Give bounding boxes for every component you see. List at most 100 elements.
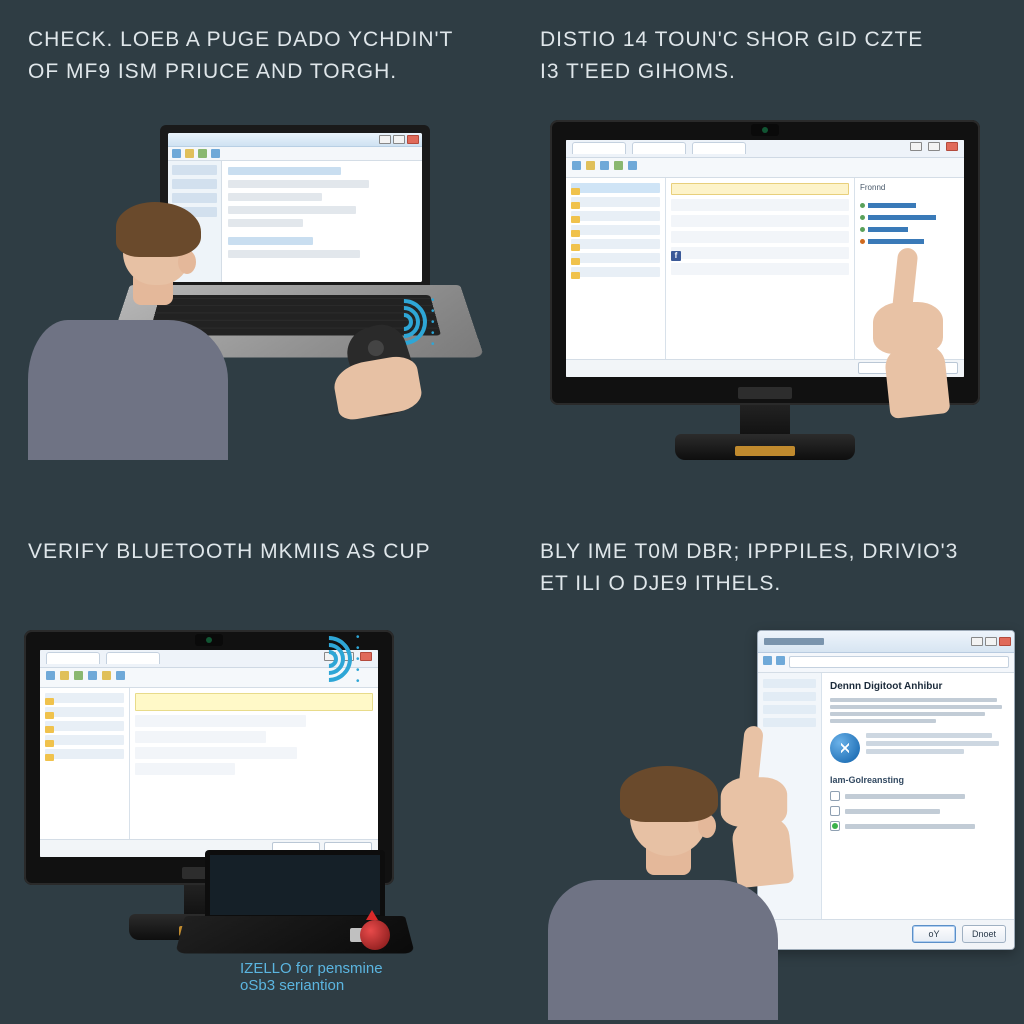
list-item[interactable] bbox=[671, 215, 849, 227]
window-toolbar bbox=[168, 147, 422, 161]
close-button[interactable] bbox=[407, 135, 419, 144]
hand-pointing-icon bbox=[867, 248, 987, 408]
checkbox-checked-icon[interactable] bbox=[830, 821, 840, 831]
details-link[interactable] bbox=[860, 221, 959, 229]
dialog-paragraph bbox=[830, 719, 936, 723]
option-row[interactable] bbox=[830, 821, 1006, 831]
toolbar-icon[interactable] bbox=[211, 149, 220, 158]
list-item[interactable] bbox=[671, 263, 849, 275]
sidebar-item[interactable] bbox=[571, 239, 660, 249]
list-item-selected[interactable] bbox=[135, 693, 373, 711]
checkbox[interactable] bbox=[830, 791, 840, 801]
ok-button[interactable]: oY bbox=[912, 925, 956, 943]
toolbar-icon[interactable] bbox=[614, 161, 623, 170]
dialog-toolbar bbox=[758, 653, 1014, 673]
list-item[interactable] bbox=[671, 231, 849, 243]
option-row[interactable] bbox=[830, 791, 1006, 801]
content-line bbox=[228, 180, 369, 188]
explorer-sidebar bbox=[40, 688, 130, 839]
toolbar-icon[interactable] bbox=[172, 149, 181, 158]
sidebar-item[interactable] bbox=[763, 679, 816, 688]
list-item[interactable] bbox=[135, 747, 297, 759]
sidebar-item[interactable] bbox=[172, 179, 217, 189]
option-row[interactable] bbox=[830, 806, 1006, 816]
window-tab[interactable] bbox=[572, 142, 626, 154]
toolbar-icon[interactable] bbox=[88, 671, 97, 680]
caption-step-4: BLY IME T0M DBR; IPPPILES, DRIVIO'3 ET I… bbox=[540, 536, 996, 599]
list-item[interactable] bbox=[671, 199, 849, 211]
window-tabs bbox=[566, 140, 964, 158]
insert-arrow-icon bbox=[366, 910, 378, 920]
window-tab[interactable] bbox=[106, 652, 160, 664]
sidebar-item[interactable] bbox=[45, 721, 124, 731]
toolbar-icon[interactable] bbox=[185, 149, 194, 158]
forward-icon[interactable] bbox=[776, 656, 785, 665]
toolbar-icon[interactable] bbox=[628, 161, 637, 170]
list-item-selected[interactable] bbox=[671, 183, 849, 195]
close-button[interactable] bbox=[999, 637, 1011, 646]
minimize-button[interactable] bbox=[910, 142, 922, 151]
explorer-content bbox=[130, 688, 378, 839]
caption-step-1: CHECK. LOEB A PUGE DADO YCHDIN'T OF MF9 … bbox=[28, 24, 484, 87]
content-heading bbox=[228, 237, 313, 245]
caption-step-1-line-1: CHECK. LOEB A PUGE DADO YCHDIN'T bbox=[28, 28, 453, 51]
close-button[interactable] bbox=[946, 142, 958, 151]
subcaption-step-3: IZELLO for pensmine oSb3 seriantion bbox=[240, 960, 383, 994]
close-button[interactable] bbox=[360, 652, 372, 661]
sidebar-item[interactable] bbox=[45, 749, 124, 759]
sidebar-item[interactable] bbox=[763, 705, 816, 714]
cancel-button[interactable]: Dnoet bbox=[962, 925, 1006, 943]
address-bar[interactable] bbox=[789, 656, 1009, 668]
list-item[interactable] bbox=[135, 715, 306, 727]
dialog-heading: Dennn Digitoot Anhibur bbox=[830, 681, 1006, 692]
sidebar-item[interactable] bbox=[763, 692, 816, 701]
toolbar-icon[interactable] bbox=[74, 671, 83, 680]
window-titlebar[interactable] bbox=[168, 133, 422, 147]
minimize-button[interactable] bbox=[971, 637, 983, 646]
details-link[interactable] bbox=[860, 233, 959, 241]
list-item[interactable] bbox=[135, 763, 235, 775]
sidebar-item[interactable] bbox=[571, 225, 660, 235]
maximize-button[interactable] bbox=[393, 135, 405, 144]
caption-step-4-line-1: BLY IME T0M DBR; IPPPILES, DRIVIO'3 bbox=[540, 540, 958, 563]
webcam-icon bbox=[195, 634, 223, 646]
sidebar-item[interactable] bbox=[45, 693, 124, 703]
window-tab[interactable] bbox=[692, 142, 746, 154]
sidebar-item[interactable] bbox=[571, 197, 660, 207]
maximize-button[interactable] bbox=[985, 637, 997, 646]
sidebar-item[interactable] bbox=[45, 735, 124, 745]
back-icon[interactable] bbox=[763, 656, 772, 665]
sidebar-item[interactable] bbox=[571, 253, 660, 263]
checkbox-warning-icon[interactable] bbox=[830, 806, 840, 816]
caption-step-2-line-1: DISTIO 14 TOUN'C SHOR GID CZTE bbox=[540, 28, 923, 51]
dialog-footer: oY Dnoet bbox=[758, 919, 1014, 949]
caption-step-2-line-2: I3 T'EED GIHOMS. bbox=[540, 60, 736, 83]
window-tab[interactable] bbox=[632, 142, 686, 154]
toolbar-icon[interactable] bbox=[572, 161, 581, 170]
sidebar-item[interactable] bbox=[571, 267, 660, 277]
sidebar-item[interactable] bbox=[571, 183, 660, 193]
sidebar-item[interactable] bbox=[45, 707, 124, 717]
sidebar-item[interactable] bbox=[172, 193, 217, 203]
sidebar-item[interactable] bbox=[172, 165, 217, 175]
toolbar-icon[interactable] bbox=[586, 161, 595, 170]
toolbar-icon[interactable] bbox=[60, 671, 69, 680]
toolbar-icon[interactable] bbox=[102, 671, 111, 680]
list-item[interactable] bbox=[135, 731, 266, 743]
toolbar-icon[interactable] bbox=[600, 161, 609, 170]
window-tab[interactable] bbox=[46, 652, 100, 664]
details-link[interactable] bbox=[860, 209, 959, 217]
monitor-brand-label bbox=[738, 387, 792, 399]
minimize-button[interactable] bbox=[379, 135, 391, 144]
dialog-titlebar[interactable] bbox=[758, 631, 1014, 653]
content-line bbox=[228, 250, 360, 258]
toolbar-icon[interactable] bbox=[46, 671, 55, 680]
list-item[interactable]: f bbox=[671, 247, 849, 259]
laptop-screen bbox=[205, 850, 385, 920]
toolbar-icon[interactable] bbox=[116, 671, 125, 680]
maximize-button[interactable] bbox=[928, 142, 940, 151]
toolbar-icon[interactable] bbox=[198, 149, 207, 158]
sidebar-item[interactable] bbox=[571, 211, 660, 221]
details-link[interactable] bbox=[860, 197, 959, 205]
usb-bluetooth-dongle[interactable] bbox=[350, 914, 400, 958]
